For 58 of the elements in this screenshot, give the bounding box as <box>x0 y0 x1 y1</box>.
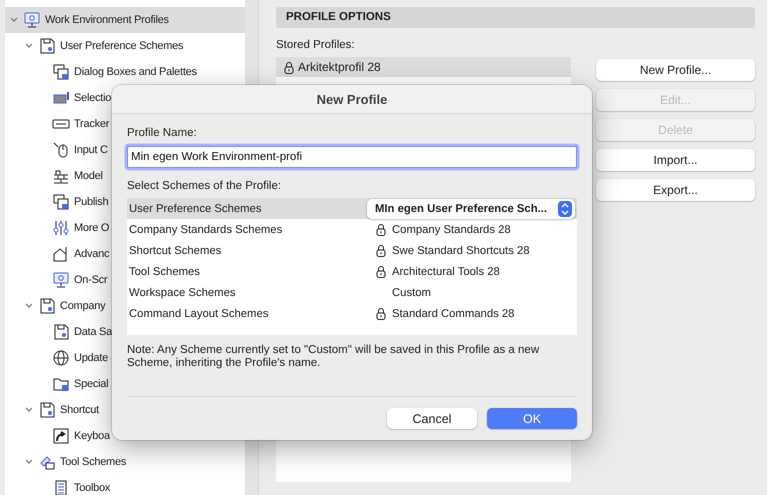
tree-item[interactable]: Advanc <box>74 248 110 260</box>
dialog-title: New Profile <box>112 85 592 114</box>
floppy-icon <box>38 37 56 55</box>
tree-item[interactable]: Input C <box>74 144 108 156</box>
tree-item[interactable]: Company <box>60 300 106 312</box>
sliders-icon <box>52 219 70 237</box>
profile-name-field[interactable]: Min egen Work Environment-profi <box>127 146 577 168</box>
tree-item[interactable]: User Preference Schemes <box>60 40 184 52</box>
tree-item[interactable]: Shortcut <box>60 404 99 416</box>
tree-item[interactable]: Dialog Boxes and Palettes <box>74 66 197 78</box>
dialog-button[interactable]: OK <box>487 408 577 429</box>
schemes-label: Select Schemes of the Profile: <box>127 180 282 192</box>
scheme-value: Swe Standard Shortcuts 28 <box>392 244 530 256</box>
tree-item[interactable]: Publish <box>74 196 108 208</box>
scheme-row[interactable]: User Preference Schemes MIn egen User Preference Sch... <box>127 198 577 219</box>
scheme-name: User Preference Schemes <box>128 202 262 214</box>
scheme-dropdown[interactable]: MIn egen User Preference Sch... <box>367 198 575 218</box>
tree-item[interactable]: Tool Schemes <box>60 456 126 468</box>
tree-item[interactable]: Toolbox <box>74 482 110 494</box>
profile-button[interactable]: New Profile... <box>596 59 755 81</box>
monitor-icon <box>23 11 41 29</box>
floppy-icon <box>38 297 56 315</box>
tree-item[interactable]: Selectio <box>74 92 112 104</box>
profile-name-label: Profile Name: <box>127 127 198 139</box>
tree-item[interactable]: More O <box>74 222 110 234</box>
tree-item[interactable]: Keyboa <box>74 430 110 442</box>
globe-icon <box>52 349 70 367</box>
profile-item[interactable]: Arkitektprofil 28 <box>276 57 571 77</box>
profile-button[interactable]: Import... <box>596 149 755 171</box>
windows-icon <box>52 193 70 211</box>
scheme-name[interactable]: Company Standards Schemes <box>127 224 369 236</box>
tree-item[interactable]: Work Environment Profiles <box>45 14 169 26</box>
floppy-icon <box>52 323 70 341</box>
scheme-value: Standard Commands 28 <box>392 308 514 320</box>
tree-row[interactable]: Work Environment Profiles <box>5 7 245 33</box>
tree-item[interactable]: Model <box>74 170 103 182</box>
stored-profiles-label: Stored Profiles: <box>276 39 356 51</box>
tree-item[interactable]: Tracker <box>74 118 110 130</box>
monitor-icon <box>52 271 70 289</box>
scheme-name[interactable]: Shortcut Schemes <box>127 244 369 256</box>
scheme-value: Company Standards 28 <box>392 224 511 236</box>
mouse-icon <box>52 141 70 159</box>
tree-item[interactable]: Update <box>74 352 108 364</box>
stepper-icon <box>558 200 572 216</box>
tree-item[interactable]: Special <box>74 378 108 390</box>
floppy-icon <box>38 401 56 419</box>
tree-item[interactable]: Data Sa <box>74 326 112 338</box>
tree-item[interactable]: On-Scr <box>74 274 108 286</box>
scheme-value: Architectural Tools 28 <box>392 266 500 278</box>
scheme-name[interactable]: Command Layout Schemes <box>127 308 369 320</box>
profile-button[interactable]: Export... <box>596 179 755 201</box>
scheme-value: Custom <box>392 286 431 298</box>
dialog-button[interactable]: Cancel <box>387 408 477 429</box>
windows-icon <box>52 63 70 81</box>
note-text: Note: Any Scheme currently set to "Custom" will be saved in this Profile as a new Scheme, inheriting the Profile's name. <box>127 344 540 370</box>
section-header: PROFILE OPTIONS <box>276 7 755 28</box>
scheme-name[interactable]: Tool Schemes <box>127 266 369 278</box>
scheme-name[interactable]: Workspace Schemes <box>127 286 369 298</box>
